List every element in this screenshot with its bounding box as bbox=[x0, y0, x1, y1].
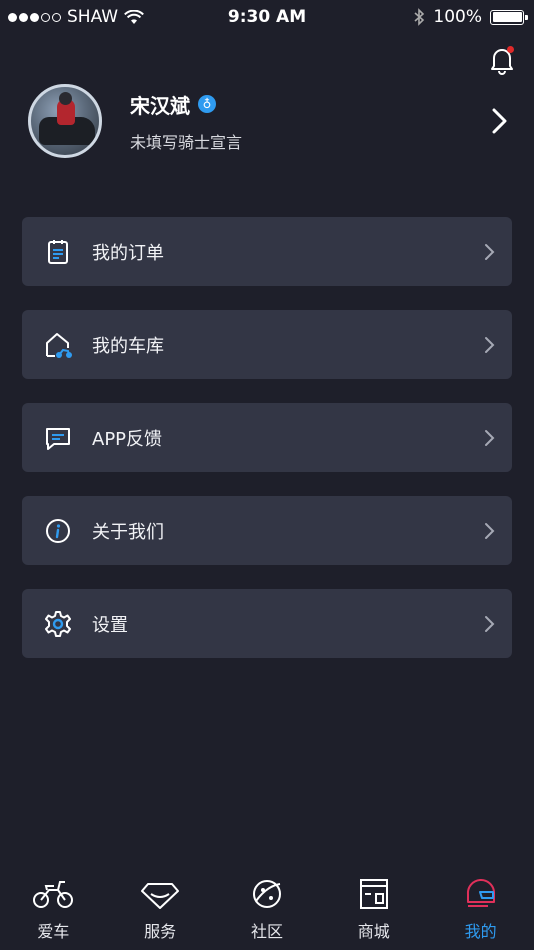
planet-icon bbox=[252, 880, 281, 908]
info-icon bbox=[46, 518, 70, 543]
notification-dot bbox=[507, 46, 514, 53]
status-left: SHAW bbox=[8, 7, 145, 27]
menu-item-settings[interactable]: 设置 bbox=[22, 589, 512, 658]
menu-item-about[interactable]: 关于我们 bbox=[22, 496, 512, 565]
order-icon bbox=[48, 239, 68, 264]
name-row: 宋汉斌 ♁ bbox=[130, 90, 488, 119]
battery-percent: 100% bbox=[433, 7, 482, 27]
chevron-right-icon bbox=[485, 336, 495, 353]
menu-item-garage[interactable]: 我的车库 bbox=[22, 310, 512, 379]
tab-community[interactable]: 社区 bbox=[222, 876, 312, 942]
profile-info: 宋汉斌 ♁ 未填写骑士宣言 bbox=[130, 90, 488, 153]
chevron-right-icon bbox=[485, 243, 495, 260]
tab-store[interactable]: 商城 bbox=[329, 876, 419, 942]
tab-mine[interactable]: 我的 bbox=[436, 876, 526, 942]
motorcycle-icon bbox=[33, 881, 74, 908]
menu-label-about: 关于我们 bbox=[92, 521, 164, 543]
chevron-right-icon bbox=[485, 429, 495, 446]
diamond-icon bbox=[141, 883, 180, 909]
verified-badge-icon: ♁ bbox=[198, 95, 216, 113]
carrier-label: SHAW bbox=[67, 7, 119, 27]
garage-icon bbox=[46, 332, 72, 358]
tab-label: 社区 bbox=[250, 922, 283, 941]
notification-button[interactable] bbox=[486, 44, 518, 76]
user-motto: 未填写骑士宣言 bbox=[130, 132, 243, 152]
wifi-icon bbox=[124, 9, 145, 24]
tab-label: 服务 bbox=[144, 922, 177, 941]
menu-label-garage: 我的车库 bbox=[92, 335, 164, 357]
tab-service[interactable]: 服务 bbox=[115, 876, 205, 942]
bluetooth-icon bbox=[414, 8, 425, 26]
chevron-right-icon bbox=[485, 615, 495, 632]
chevron-right-icon bbox=[492, 108, 507, 134]
tab-label: 我的 bbox=[464, 922, 497, 941]
user-name: 宋汉斌 bbox=[130, 93, 190, 118]
menu-label-feedback: APP反馈 bbox=[92, 428, 163, 450]
tab-label: 爱车 bbox=[37, 922, 70, 941]
status-right: 100% bbox=[413, 7, 528, 27]
menu-label-settings: 设置 bbox=[92, 614, 128, 636]
gear-icon bbox=[45, 610, 71, 637]
tab-bar: 爱车 服务 社区 商城 我的 bbox=[0, 866, 534, 950]
profile-header[interactable]: 宋汉斌 ♁ 未填写骑士宣言 bbox=[28, 82, 518, 160]
menu-item-orders[interactable]: 我的订单 bbox=[22, 217, 512, 286]
menu-label-orders: 我的订单 bbox=[92, 242, 164, 264]
store-icon bbox=[359, 879, 388, 909]
status-bar: SHAW 9:30 AM 100% bbox=[0, 0, 534, 34]
signal-icon bbox=[8, 12, 61, 22]
chevron-right-icon bbox=[485, 522, 495, 539]
feedback-icon bbox=[46, 427, 70, 450]
tab-label: 商城 bbox=[357, 922, 390, 941]
helmet-icon bbox=[466, 879, 495, 907]
avatar[interactable] bbox=[28, 84, 102, 158]
tab-my-bike[interactable]: 爱车 bbox=[8, 876, 98, 942]
menu-item-feedback[interactable]: APP反馈 bbox=[22, 403, 512, 472]
battery-icon bbox=[490, 9, 528, 25]
